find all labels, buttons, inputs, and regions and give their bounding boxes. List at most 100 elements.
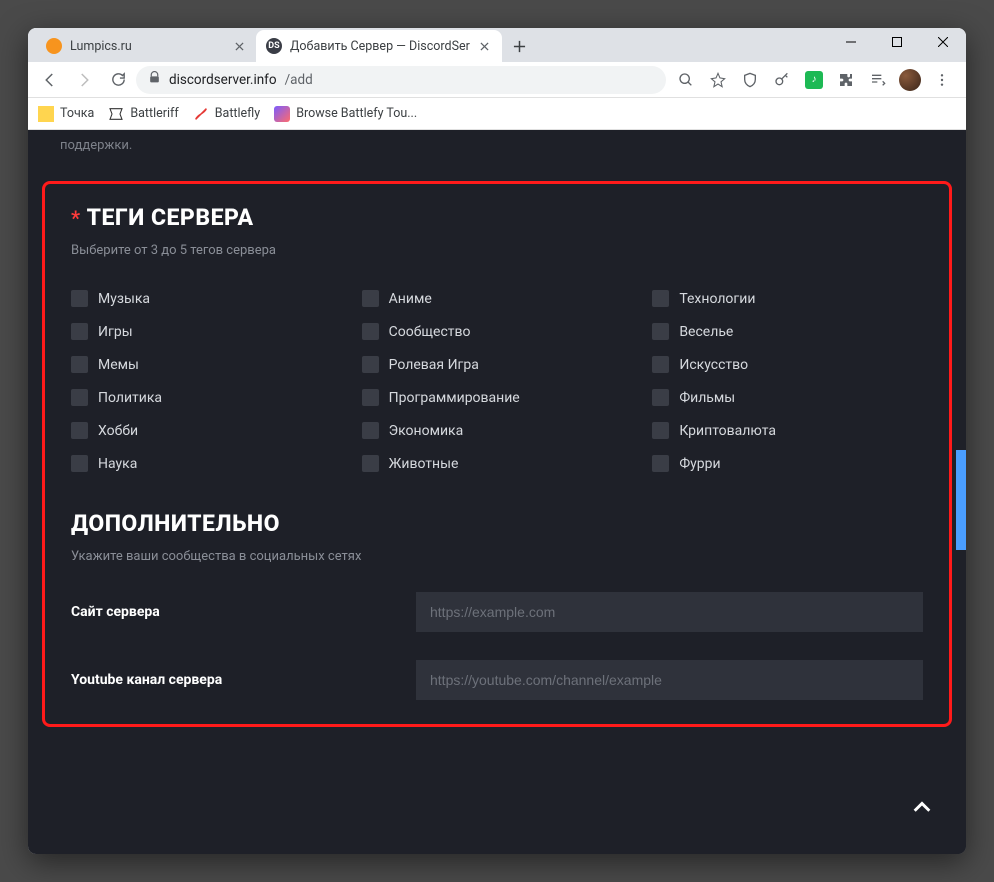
- tag-checkbox-item[interactable]: Веселье: [652, 323, 923, 340]
- kebab-menu-icon[interactable]: [928, 66, 956, 94]
- tag-label: Музыка: [98, 291, 150, 307]
- checkbox-icon[interactable]: [71, 356, 88, 373]
- titlebar: Lumpics.ru DS Добавить Сервер — DiscordS…: [28, 28, 966, 62]
- highlighted-region: * ТЕГИ СЕРВЕРА Выберите от 3 до 5 тегов …: [42, 181, 952, 727]
- bookmark-tochka[interactable]: Точка: [38, 106, 94, 122]
- bookmark-label: Browse Battlefy Tou...: [296, 106, 417, 121]
- tag-checkbox-item[interactable]: Наука: [71, 455, 342, 472]
- checkbox-icon[interactable]: [71, 290, 88, 307]
- page-viewport[interactable]: поддержки. * ТЕГИ СЕРВЕРА Выберите от 3 …: [28, 130, 966, 854]
- tag-checkbox-item[interactable]: Политика: [71, 389, 342, 406]
- tag-checkbox-item[interactable]: Фильмы: [652, 389, 923, 406]
- checkbox-icon[interactable]: [652, 356, 669, 373]
- checkbox-icon[interactable]: [71, 389, 88, 406]
- tag-label: Наука: [98, 456, 137, 472]
- bookmark-label: Точка: [60, 106, 94, 121]
- window-controls: [828, 28, 966, 56]
- tag-checkbox-item[interactable]: Игры: [71, 323, 342, 340]
- tag-checkbox-item[interactable]: Сообщество: [362, 323, 633, 340]
- checkbox-icon[interactable]: [652, 323, 669, 340]
- tab-strip: Lumpics.ru DS Добавить Сервер — DiscordS…: [36, 28, 534, 62]
- required-asterisk: *: [71, 206, 81, 230]
- minimize-button[interactable]: [828, 28, 874, 56]
- scrollbar-thumb[interactable]: [956, 450, 966, 550]
- tag-label: Игры: [98, 324, 133, 340]
- bookmark-label: Battlefly: [215, 106, 260, 121]
- bookmark-star-icon[interactable]: [704, 66, 732, 94]
- bookmark-favicon: [38, 106, 54, 122]
- website-input[interactable]: [416, 592, 923, 632]
- tab-lumpics[interactable]: Lumpics.ru: [36, 30, 256, 62]
- scroll-to-top-button[interactable]: [904, 790, 940, 826]
- reload-button[interactable]: [102, 64, 134, 96]
- extensions-puzzle-icon[interactable]: [832, 66, 860, 94]
- tag-checkbox-item[interactable]: Животные: [362, 455, 633, 472]
- tag-checkbox-item[interactable]: Аниме: [362, 290, 633, 307]
- field-label-youtube: Youtube канал сервера: [71, 672, 416, 688]
- bookmark-battlefy[interactable]: Browse Battlefy Tou...: [274, 106, 417, 122]
- checkbox-icon[interactable]: [362, 323, 379, 340]
- tag-checkbox-item[interactable]: Музыка: [71, 290, 342, 307]
- tag-label: Хобби: [98, 423, 138, 439]
- close-icon[interactable]: [232, 39, 246, 53]
- bookmark-favicon: [193, 106, 209, 122]
- field-row-website: Сайт сервера: [71, 592, 923, 632]
- tag-checkbox-item[interactable]: Хобби: [71, 422, 342, 439]
- checkbox-icon[interactable]: [362, 356, 379, 373]
- bookmark-battlefly[interactable]: Battlefly: [193, 106, 260, 122]
- checkbox-icon[interactable]: [652, 455, 669, 472]
- checkbox-icon[interactable]: [652, 389, 669, 406]
- youtube-input[interactable]: [416, 660, 923, 700]
- extension-icons: ♪: [668, 66, 960, 94]
- tag-checkbox-item[interactable]: Экономика: [362, 422, 633, 439]
- tag-checkbox-item[interactable]: Ролевая Игра: [362, 356, 633, 373]
- checkbox-icon[interactable]: [652, 290, 669, 307]
- checkbox-icon[interactable]: [362, 422, 379, 439]
- maximize-button[interactable]: [874, 28, 920, 56]
- tag-checkbox-item[interactable]: Технологии: [652, 290, 923, 307]
- bookmark-favicon: [108, 106, 124, 122]
- favicon-ds: DS: [266, 38, 282, 54]
- tag-checkbox-item[interactable]: Криптовалюта: [652, 422, 923, 439]
- tag-checkbox-item[interactable]: Фурри: [652, 455, 923, 472]
- tag-checkbox-item[interactable]: Мемы: [71, 356, 342, 373]
- field-row-youtube: Youtube канал сервера: [71, 660, 923, 700]
- back-button[interactable]: [34, 64, 66, 96]
- url-path: /add: [285, 72, 313, 88]
- reading-list-icon[interactable]: [864, 66, 892, 94]
- tab-title: Lumpics.ru: [70, 39, 224, 54]
- tag-checkbox-item[interactable]: Программирование: [362, 389, 633, 406]
- extra-section-title: ДОПОЛНИТЕЛЬНО: [71, 510, 923, 537]
- bookmark-label: Battleriff: [130, 106, 178, 121]
- tag-label: Экономика: [389, 423, 464, 439]
- forward-button[interactable]: [68, 64, 100, 96]
- checkbox-icon[interactable]: [71, 455, 88, 472]
- tag-label: Искусство: [679, 357, 748, 373]
- bookmark-battleriff[interactable]: Battleriff: [108, 106, 178, 122]
- checkbox-icon[interactable]: [362, 389, 379, 406]
- checkbox-icon[interactable]: [362, 455, 379, 472]
- close-window-button[interactable]: [920, 28, 966, 56]
- close-icon[interactable]: [478, 39, 492, 53]
- checkbox-icon[interactable]: [652, 422, 669, 439]
- tag-label: Программирование: [389, 390, 520, 406]
- scrollbar-track[interactable]: [954, 130, 966, 854]
- tags-title-text: ТЕГИ СЕРВЕРА: [87, 204, 254, 231]
- password-key-icon[interactable]: [768, 66, 796, 94]
- search-in-page-icon[interactable]: [672, 66, 700, 94]
- url-host: discordserver.info: [169, 72, 277, 88]
- new-tab-button[interactable]: [506, 32, 534, 60]
- extra-section-subtitle: Укажите ваши сообщества в социальных сет…: [71, 549, 923, 564]
- tag-checkbox-item[interactable]: Искусство: [652, 356, 923, 373]
- checkbox-icon[interactable]: [362, 290, 379, 307]
- tab-discordserver[interactable]: DS Добавить Сервер — DiscordSer: [256, 30, 502, 62]
- address-bar[interactable]: discordserver.info/add: [136, 66, 666, 94]
- lock-icon: [148, 71, 161, 88]
- tags-grid: Музыка Аниме Технологии Игры Сообщество …: [71, 290, 923, 472]
- checkbox-icon[interactable]: [71, 422, 88, 439]
- adblock-shield-icon[interactable]: [736, 66, 764, 94]
- profile-avatar[interactable]: [896, 66, 924, 94]
- music-extension-icon[interactable]: ♪: [800, 66, 828, 94]
- checkbox-icon[interactable]: [71, 323, 88, 340]
- tags-section-subtitle: Выберите от 3 до 5 тегов сервера: [71, 243, 923, 258]
